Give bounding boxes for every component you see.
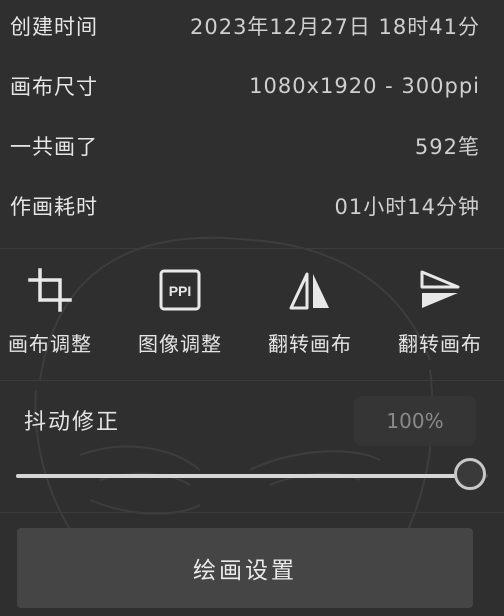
info-label: 一共画了 xyxy=(10,135,98,159)
tool-label: 画布调整 xyxy=(8,332,92,356)
info-label: 创建时间 xyxy=(10,15,98,39)
info-row-drawing-time: 作画耗时 01小时14分钟 xyxy=(0,176,504,236)
tool-label: 翻转画布 xyxy=(398,332,482,356)
info-row-canvas-size: 画布尺寸 1080x1920 - 300ppi xyxy=(0,56,504,116)
stabilizer-label: 抖动修正 xyxy=(24,410,121,435)
flip-horizontal-icon xyxy=(286,266,334,314)
slider-thumb[interactable] xyxy=(454,458,486,490)
flip-vertical-icon xyxy=(416,266,464,314)
divider xyxy=(0,512,504,513)
info-value: 2023年12月27日 18时41分 xyxy=(189,15,480,39)
info-label: 作画耗时 xyxy=(10,195,98,219)
divider xyxy=(0,248,504,249)
info-label: 画布尺寸 xyxy=(10,75,98,99)
stabilizer-slider[interactable] xyxy=(16,458,488,494)
divider xyxy=(0,380,504,381)
ppi-icon: PPI xyxy=(156,266,204,314)
info-value: 01小时14分钟 xyxy=(334,195,480,219)
info-row-stroke-count: 一共画了 592笔 xyxy=(0,116,504,176)
ppi-icon-text: PPI xyxy=(169,283,192,299)
canvas-adjust-button[interactable]: 画布调整 xyxy=(0,266,113,366)
info-value: 1080x1920 - 300ppi xyxy=(249,74,480,98)
info-row-created-time: 创建时间 2023年12月27日 18时41分 xyxy=(0,0,504,56)
stabilizer-value-field[interactable]: 100% xyxy=(354,396,476,446)
tool-label: 翻转画布 xyxy=(268,332,352,356)
slider-fill xyxy=(16,474,470,478)
flip-canvas-horizontal-button[interactable]: 翻转画布 xyxy=(247,266,373,366)
image-adjust-button[interactable]: PPI 图像调整 xyxy=(117,266,243,366)
flip-canvas-vertical-button[interactable]: 翻转画布 xyxy=(377,266,503,366)
tool-label: 图像调整 xyxy=(138,332,222,356)
crop-icon xyxy=(26,266,74,314)
drawing-settings-button[interactable]: 绘画设置 xyxy=(17,528,473,608)
info-value: 592笔 xyxy=(414,135,480,159)
